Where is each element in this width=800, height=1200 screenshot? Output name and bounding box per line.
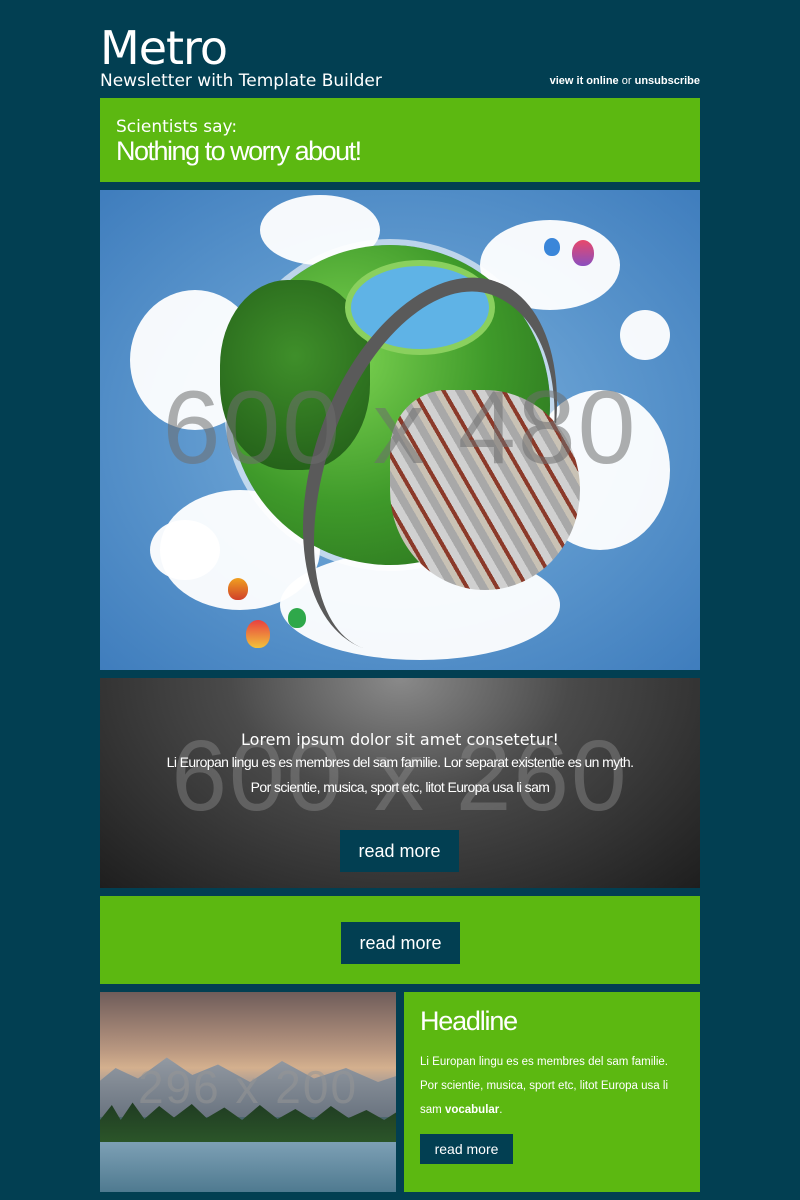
hot-air-balloon-icon [288,608,306,628]
read-more-button[interactable]: read more [420,1134,513,1164]
article-line: Li Europan lingu es es membres del sam f… [166,754,634,770]
feature-text-bold: vocabular [444,1104,500,1116]
intro-banner: Scientists say: Nothing to worry about! [100,98,700,182]
or-text: or [621,75,632,87]
brand-title: Metro [100,21,228,75]
hot-air-balloon-icon [246,620,270,648]
feature-text-end: . [499,1104,503,1116]
read-more-button[interactable]: read more [341,922,460,964]
cloud [150,520,220,580]
article-block: 600 x 260 Lorem ipsum dolor sit amet con… [100,678,700,888]
article-title: Lorem ipsum dolor sit amet consetetur! [241,730,559,749]
lake-illustration [100,1142,396,1192]
article-line: Por scientie, musica, sport etc, litot E… [250,779,550,795]
hot-air-balloon-icon [544,238,560,256]
intro-kicker: Scientists say: [116,117,238,137]
unsubscribe-link[interactable]: unsubscribe [635,75,700,87]
cta-banner: read more [100,896,700,984]
feature-headline: Headline [420,1006,518,1036]
header: Metro Newsletter with Template Builder v… [100,0,700,98]
feature-panel: Headline Li Europan lingu es es membres … [404,992,700,1192]
read-more-button[interactable]: read more [340,830,459,872]
intro-title: Nothing to worry about! [116,136,362,166]
image-size-watermark: 296 x 200 [137,1061,359,1113]
feature-text: Li Europan lingu es es membres del sam f… [420,1050,684,1122]
view-online-link[interactable]: view it online [550,75,619,87]
image-size-watermark: 600 x 480 [162,370,638,486]
newsletter-container: Metro Newsletter with Template Builder v… [100,0,700,1192]
article-text: Li Europan lingu es es membres del sam f… [100,750,700,800]
hero-image: 600 x 480 [100,190,700,670]
cloud [620,310,670,360]
brand-subtitle: Newsletter with Template Builder [100,71,382,91]
header-links: view it online or unsubscribe [550,74,700,88]
hot-air-balloon-icon [228,578,248,600]
hot-air-balloon-icon [572,240,594,266]
landscape-image: 296 x 200 [100,992,396,1192]
